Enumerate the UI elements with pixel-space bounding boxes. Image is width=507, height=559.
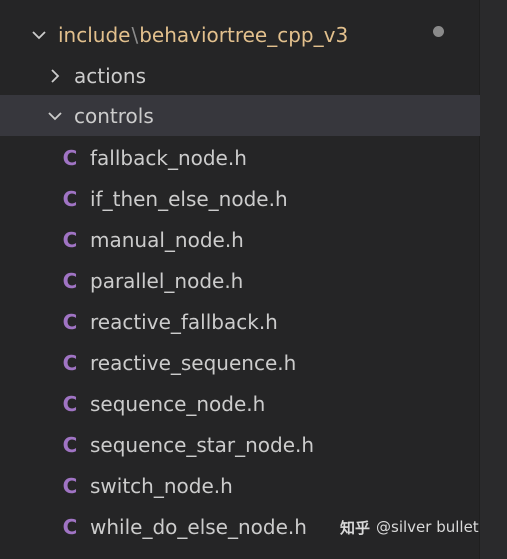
file-name: sequence_node.h (90, 391, 266, 416)
c-file-icon: C (62, 473, 78, 498)
c-file-icon: C (62, 350, 78, 375)
file-name: fallback_node.h (90, 145, 247, 170)
folder-name-include: include (58, 22, 131, 47)
folder-label: actions (74, 63, 146, 88)
c-file-icon: C (62, 186, 78, 211)
folder-include-behaviortree[interactable]: include \ behaviortree_cpp_v3 (0, 14, 480, 55)
file-explorer: include \ behaviortree_cpp_v3 actions co… (0, 0, 507, 559)
file-name: reactive_sequence.h (90, 350, 297, 375)
file-item-manual-node[interactable]: C manual_node.h (0, 219, 480, 260)
file-name: parallel_node.h (90, 268, 244, 293)
c-file-icon: C (62, 227, 78, 252)
c-file-icon: C (62, 432, 78, 457)
c-file-icon: C (62, 391, 78, 416)
c-file-icon: C (62, 145, 78, 170)
watermark-author: @silver bullet (376, 518, 479, 536)
watermark-brand: 知乎 (340, 518, 371, 537)
folder-label: controls (74, 103, 154, 128)
folder-name-behaviortree: behaviortree_cpp_v3 (139, 22, 349, 47)
file-item-sequence-node[interactable]: C sequence_node.h (0, 383, 480, 424)
file-item-reactive-sequence[interactable]: C reactive_sequence.h (0, 342, 480, 383)
file-item-switch-node[interactable]: C switch_node.h (0, 465, 480, 506)
file-name: reactive_fallback.h (90, 309, 278, 334)
watermark: 知乎 @silver bullet (340, 512, 479, 542)
file-name: switch_node.h (90, 473, 233, 498)
chevron-down-icon (30, 26, 48, 44)
file-name: if_then_else_node.h (90, 186, 288, 211)
c-file-icon: C (62, 514, 78, 539)
chevron-right-icon (46, 67, 64, 85)
file-item-if-then-else-node[interactable]: C if_then_else_node.h (0, 178, 480, 219)
c-file-icon: C (62, 309, 78, 334)
file-name: manual_node.h (90, 227, 244, 252)
file-item-sequence-star-node[interactable]: C sequence_star_node.h (0, 424, 480, 465)
chevron-down-icon (46, 107, 64, 125)
file-item-parallel-node[interactable]: C parallel_node.h (0, 260, 480, 301)
folder-controls[interactable]: controls (0, 95, 480, 136)
file-item-reactive-fallback[interactable]: C reactive_fallback.h (0, 301, 480, 342)
folder-actions[interactable]: actions (0, 55, 480, 96)
scrollbar-track[interactable] (479, 0, 507, 559)
file-item-fallback-node[interactable]: C fallback_node.h (0, 137, 480, 178)
file-name: while_do_else_node.h (90, 514, 307, 539)
path-separator: \ (131, 22, 139, 47)
c-file-icon: C (62, 268, 78, 293)
modified-dot-icon (433, 26, 444, 37)
file-name: sequence_star_node.h (90, 432, 315, 457)
